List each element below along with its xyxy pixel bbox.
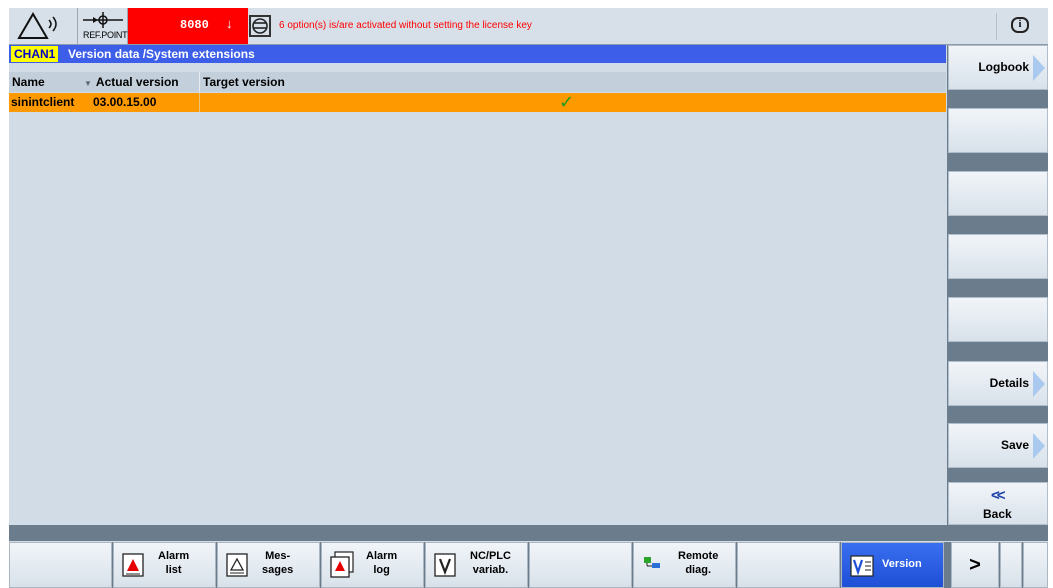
sort-down-icon: ▼ [84, 79, 92, 88]
back-label: Back [983, 507, 1012, 521]
channel-label: CHAN1 [11, 46, 59, 62]
back-chevron-icon: << [991, 487, 1005, 504]
softkey-v2[interactable] [948, 108, 1048, 153]
details-softkey[interactable]: Details [948, 361, 1048, 406]
alarm-list-icon [122, 553, 144, 577]
messages-icon [226, 553, 248, 577]
alarm-number: 8080 [180, 18, 209, 32]
nc-plc-variables-label: NC/PLC variab. [470, 550, 511, 576]
softkey-v4[interactable] [948, 234, 1048, 279]
variables-icon [434, 553, 456, 577]
ref-point-icon [83, 12, 123, 28]
page-title: Version data /System extensions [68, 47, 255, 61]
ref-point-label: REF.POINT [83, 30, 128, 40]
alarm-list-label: Alarm list [158, 550, 190, 576]
status-strip [9, 525, 1048, 541]
remote-diag-softkey[interactable]: Remote diag. [633, 542, 736, 588]
arrow-right-icon [1033, 433, 1045, 459]
version-icon [850, 555, 874, 577]
softkey-h6[interactable] [529, 542, 632, 588]
version-softkey[interactable]: Version [841, 542, 944, 588]
alarm-list-softkey[interactable]: Alarm list [113, 542, 216, 588]
alarm-log-icon [330, 551, 354, 578]
row-name: sinintclient [11, 95, 75, 109]
softkey-v5[interactable] [948, 297, 1048, 342]
back-softkey[interactable]: << Back [948, 482, 1048, 525]
messages-label: Mes- sages [262, 550, 294, 576]
info-button[interactable]: i [996, 13, 1040, 40]
title-bar: CHAN1 Version data /System extensions [9, 45, 946, 63]
table-body-area [9, 112, 946, 522]
remote-diag-label: Remote diag. [678, 550, 719, 576]
logbook-label: Logbook [978, 60, 1029, 74]
alarm-arrow-icon: ↓ [226, 16, 233, 31]
column-header-target-version[interactable]: Target version [203, 75, 285, 89]
info-icon: i [1011, 17, 1029, 33]
vertical-softkey-bar: Logbook Details Save << Back [947, 45, 1048, 525]
softkey-v3[interactable] [948, 171, 1048, 216]
acknowledge-icon[interactable] [249, 15, 271, 37]
softkey-h1[interactable] [9, 542, 112, 588]
softkey-spacer-2[interactable] [1023, 542, 1048, 588]
table-row[interactable]: sinintclient 03.00.15.00 ✓ [9, 92, 946, 112]
softkey-h8[interactable] [737, 542, 840, 588]
table-header: Name ▼ Actual version Target version [9, 72, 946, 92]
column-header-actual-version-label: Actual version [95, 75, 179, 89]
logbook-softkey[interactable]: Logbook [948, 45, 1048, 90]
save-softkey[interactable]: Save [948, 423, 1048, 468]
alarm-message: 6 option(s) is/are activated without set… [279, 20, 532, 31]
alarm-indicator[interactable]: 8080 ↓ [128, 8, 248, 44]
softkey-spacer-1[interactable] [1000, 542, 1022, 588]
nc-plc-variables-softkey[interactable]: NC/PLC variab. [425, 542, 528, 588]
check-icon: ✓ [559, 92, 575, 112]
details-label: Details [989, 376, 1029, 390]
column-divider [199, 72, 200, 92]
ref-point-status: REF.POINT [78, 8, 128, 44]
row-actual-version: 03.00.15.00 [93, 95, 157, 109]
arrow-right-icon [1033, 55, 1045, 81]
remote-diag-icon [644, 557, 660, 568]
column-header-actual-version[interactable]: ▼ Actual version [84, 75, 179, 89]
alarm-log-softkey[interactable]: Alarm log [321, 542, 424, 588]
column-header-name[interactable]: Name [12, 75, 45, 89]
machine-signal-icon [9, 8, 78, 44]
alarm-log-label: Alarm log [366, 550, 398, 576]
hmi-frame: REF.POINT 8080 ↓ 6 option(s) is/are acti… [9, 8, 1048, 588]
column-divider [199, 93, 200, 112]
header-bar: REF.POINT 8080 ↓ 6 option(s) is/are acti… [9, 8, 1048, 45]
save-label: Save [1000, 438, 1029, 452]
horizontal-softkey-bar: Alarm list Mes- sages Alarm log NC/PLC v… [9, 542, 1048, 588]
messages-softkey[interactable]: Mes- sages [217, 542, 320, 588]
arrow-right-icon [1033, 371, 1045, 397]
version-label: Version [882, 558, 922, 570]
more-softkey[interactable]: > [951, 542, 999, 588]
